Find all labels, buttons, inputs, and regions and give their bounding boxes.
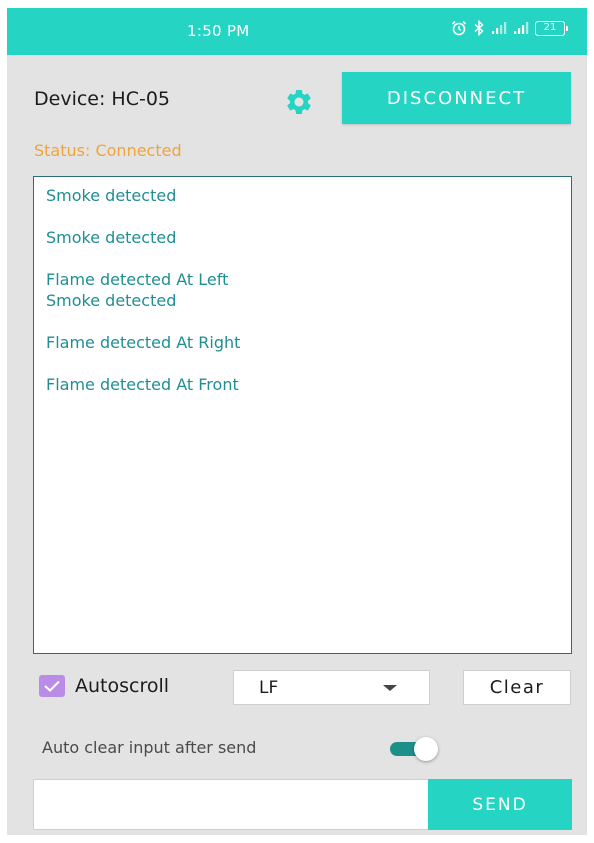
- clear-button[interactable]: Clear: [463, 670, 571, 705]
- dropdown-arrow-icon: [383, 684, 397, 691]
- autoscroll-label: Autoscroll: [75, 675, 170, 697]
- status-bar: 1:50 PM 21: [7, 8, 587, 55]
- log-entry: Flame detected At Front: [46, 375, 239, 394]
- send-button[interactable]: SEND: [428, 779, 572, 830]
- battery-icon: 21: [535, 20, 568, 36]
- disconnect-button[interactable]: DISCONNECT: [342, 72, 571, 124]
- message-input[interactable]: [33, 779, 428, 830]
- gear-icon[interactable]: [283, 86, 315, 118]
- log-entry: Flame detected At Left Smoke detected: [46, 270, 229, 310]
- bluetooth-icon: [473, 20, 485, 36]
- alarm-icon: [451, 20, 467, 36]
- send-row: SEND: [33, 779, 572, 830]
- auto-clear-label: Auto clear input after send: [42, 738, 257, 757]
- signal-icon: [491, 21, 507, 35]
- status-icons: 21: [451, 20, 568, 36]
- device-label: Device: HC-05: [34, 88, 171, 110]
- connection-status: Status: Connected: [34, 141, 182, 160]
- log-entry: Flame detected At Right: [46, 333, 241, 352]
- line-ending-select[interactable]: LF: [233, 670, 430, 705]
- terminal-log[interactable]: Smoke detected Smoke detected Flame dete…: [33, 176, 572, 654]
- autoscroll-checkbox[interactable]: Autoscroll: [39, 675, 169, 697]
- line-ending-value: LF: [259, 677, 279, 698]
- log-entry: Smoke detected: [46, 186, 177, 205]
- checkbox-checked-icon[interactable]: [39, 675, 65, 697]
- log-entry: Smoke detected: [46, 228, 177, 247]
- toggle-thumb[interactable]: [414, 737, 438, 761]
- app-screen: 1:50 PM 21 Device: HC-05 DISCONNECT Stat…: [7, 8, 587, 835]
- signal-icon: [513, 21, 529, 35]
- auto-clear-toggle[interactable]: [390, 737, 442, 761]
- status-time: 1:50 PM: [187, 22, 250, 40]
